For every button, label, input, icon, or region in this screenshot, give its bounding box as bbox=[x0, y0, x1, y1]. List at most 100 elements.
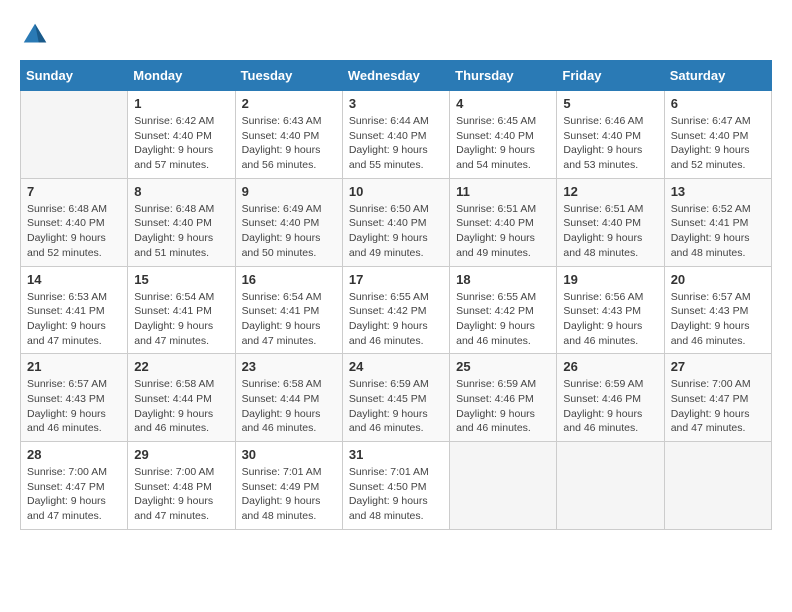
day-number: 30 bbox=[242, 447, 336, 462]
weekday-header-thursday: Thursday bbox=[450, 61, 557, 91]
calendar-cell: 14 Sunrise: 6:53 AM Sunset: 4:41 PM Dayli… bbox=[21, 266, 128, 354]
calendar-cell: 30 Sunrise: 7:01 AM Sunset: 4:49 PM Dayli… bbox=[235, 442, 342, 530]
weekday-header-monday: Monday bbox=[128, 61, 235, 91]
calendar-cell: 25Sunrise: 6:59 AM Sunset: 4:46 PM Dayli… bbox=[450, 354, 557, 442]
day-number: 21 bbox=[27, 359, 121, 374]
day-number: 31 bbox=[349, 447, 443, 462]
calendar-cell: 12 Sunrise: 6:51 AM Sunset: 4:40 PM Dayli… bbox=[557, 178, 664, 266]
calendar-cell bbox=[664, 442, 771, 530]
day-number: 10 bbox=[349, 184, 443, 199]
calendar-cell bbox=[450, 442, 557, 530]
day-info: Sunrise: 7:00 AM Sunset: 4:48 PM Dayligh… bbox=[134, 465, 228, 524]
calendar-cell: 10 Sunrise: 6:50 AM Sunset: 4:40 PM Dayli… bbox=[342, 178, 449, 266]
calendar-cell: 2 Sunrise: 6:43 AM Sunset: 4:40 PM Daylig… bbox=[235, 91, 342, 179]
day-number: 28 bbox=[27, 447, 121, 462]
weekday-header-tuesday: Tuesday bbox=[235, 61, 342, 91]
day-number: 9 bbox=[242, 184, 336, 199]
day-number: 3 bbox=[349, 96, 443, 111]
calendar-week-4: 21 Sunrise: 6:57 AM Sunset: 4:43 PM Dayli… bbox=[21, 354, 772, 442]
day-number: 11 bbox=[456, 184, 550, 199]
day-number: 1 bbox=[134, 96, 228, 111]
day-info: Sunrise: 6:55 AM Sunset: 4:42 PM Dayligh… bbox=[456, 290, 550, 349]
weekday-header-saturday: Saturday bbox=[664, 61, 771, 91]
day-info: Sunrise: 6:47 AM Sunset: 4:40 PM Dayligh… bbox=[671, 114, 765, 173]
day-number: 6 bbox=[671, 96, 765, 111]
weekday-header-friday: Friday bbox=[557, 61, 664, 91]
calendar-cell: 20Sunrise: 6:57 AM Sunset: 4:43 PM Dayli… bbox=[664, 266, 771, 354]
day-number: 19 bbox=[563, 272, 657, 287]
day-number: 8 bbox=[134, 184, 228, 199]
day-number: 4 bbox=[456, 96, 550, 111]
day-info: Sunrise: 7:00 AM Sunset: 4:47 PM Dayligh… bbox=[27, 465, 121, 524]
day-info: Sunrise: 6:53 AM Sunset: 4:41 PM Dayligh… bbox=[27, 290, 121, 349]
day-number: 5 bbox=[563, 96, 657, 111]
calendar-cell: 3 Sunrise: 6:44 AM Sunset: 4:40 PM Daylig… bbox=[342, 91, 449, 179]
calendar-cell: 11 Sunrise: 6:51 AM Sunset: 4:40 PM Dayli… bbox=[450, 178, 557, 266]
day-info: Sunrise: 7:01 AM Sunset: 4:49 PM Dayligh… bbox=[242, 465, 336, 524]
day-info: Sunrise: 6:46 AM Sunset: 4:40 PM Dayligh… bbox=[563, 114, 657, 173]
day-number: 17 bbox=[349, 272, 443, 287]
day-info: Sunrise: 6:54 AM Sunset: 4:41 PM Dayligh… bbox=[242, 290, 336, 349]
day-info: Sunrise: 6:51 AM Sunset: 4:40 PM Dayligh… bbox=[563, 202, 657, 261]
calendar-cell: 13Sunrise: 6:52 AM Sunset: 4:41 PM Dayli… bbox=[664, 178, 771, 266]
day-number: 14 bbox=[27, 272, 121, 287]
calendar-cell: 18 Sunrise: 6:55 AM Sunset: 4:42 PM Dayli… bbox=[450, 266, 557, 354]
day-info: Sunrise: 6:58 AM Sunset: 4:44 PM Dayligh… bbox=[242, 377, 336, 436]
day-info: Sunrise: 6:44 AM Sunset: 4:40 PM Dayligh… bbox=[349, 114, 443, 173]
weekday-header-row: SundayMondayTuesdayWednesdayThursdayFrid… bbox=[21, 61, 772, 91]
day-info: Sunrise: 6:54 AM Sunset: 4:41 PM Dayligh… bbox=[134, 290, 228, 349]
calendar-cell: 5 Sunrise: 6:46 AM Sunset: 4:40 PM Daylig… bbox=[557, 91, 664, 179]
day-info: Sunrise: 6:49 AM Sunset: 4:40 PM Dayligh… bbox=[242, 202, 336, 261]
day-info: Sunrise: 6:48 AM Sunset: 4:40 PM Dayligh… bbox=[134, 202, 228, 261]
logo bbox=[20, 20, 54, 50]
day-number: 2 bbox=[242, 96, 336, 111]
calendar-cell: 4 Sunrise: 6:45 AM Sunset: 4:40 PM Daylig… bbox=[450, 91, 557, 179]
calendar-cell: 1 Sunrise: 6:42 AM Sunset: 4:40 PM Daylig… bbox=[128, 91, 235, 179]
day-number: 16 bbox=[242, 272, 336, 287]
day-number: 18 bbox=[456, 272, 550, 287]
day-number: 13 bbox=[671, 184, 765, 199]
day-info: Sunrise: 6:48 AM Sunset: 4:40 PM Dayligh… bbox=[27, 202, 121, 261]
day-info: Sunrise: 6:56 AM Sunset: 4:43 PM Dayligh… bbox=[563, 290, 657, 349]
day-number: 23 bbox=[242, 359, 336, 374]
day-info: Sunrise: 6:50 AM Sunset: 4:40 PM Dayligh… bbox=[349, 202, 443, 261]
calendar-cell: 28 Sunrise: 7:00 AM Sunset: 4:47 PM Dayli… bbox=[21, 442, 128, 530]
calendar-cell: 23 Sunrise: 6:58 AM Sunset: 4:44 PM Dayli… bbox=[235, 354, 342, 442]
day-info: Sunrise: 7:00 AM Sunset: 4:47 PM Dayligh… bbox=[671, 377, 765, 436]
day-info: Sunrise: 6:45 AM Sunset: 4:40 PM Dayligh… bbox=[456, 114, 550, 173]
day-info: Sunrise: 6:57 AM Sunset: 4:43 PM Dayligh… bbox=[671, 290, 765, 349]
day-number: 27 bbox=[671, 359, 765, 374]
calendar-cell: 17 Sunrise: 6:55 AM Sunset: 4:42 PM Dayli… bbox=[342, 266, 449, 354]
day-number: 12 bbox=[563, 184, 657, 199]
calendar-cell: 9 Sunrise: 6:49 AM Sunset: 4:40 PM Daylig… bbox=[235, 178, 342, 266]
calendar-cell: 16 Sunrise: 6:54 AM Sunset: 4:41 PM Dayli… bbox=[235, 266, 342, 354]
calendar-cell: 31Sunrise: 7:01 AM Sunset: 4:50 PM Dayli… bbox=[342, 442, 449, 530]
calendar-cell: 24 Sunrise: 6:59 AM Sunset: 4:45 PM Dayli… bbox=[342, 354, 449, 442]
calendar-cell: 22 Sunrise: 6:58 AM Sunset: 4:44 PM Dayli… bbox=[128, 354, 235, 442]
calendar-week-1: 1 Sunrise: 6:42 AM Sunset: 4:40 PM Daylig… bbox=[21, 91, 772, 179]
day-number: 24 bbox=[349, 359, 443, 374]
day-info: Sunrise: 6:58 AM Sunset: 4:44 PM Dayligh… bbox=[134, 377, 228, 436]
day-info: Sunrise: 6:59 AM Sunset: 4:46 PM Dayligh… bbox=[563, 377, 657, 436]
calendar-week-5: 28 Sunrise: 7:00 AM Sunset: 4:47 PM Dayli… bbox=[21, 442, 772, 530]
day-info: Sunrise: 6:51 AM Sunset: 4:40 PM Dayligh… bbox=[456, 202, 550, 261]
day-number: 7 bbox=[27, 184, 121, 199]
calendar-cell: 19 Sunrise: 6:56 AM Sunset: 4:43 PM Dayli… bbox=[557, 266, 664, 354]
weekday-header-sunday: Sunday bbox=[21, 61, 128, 91]
day-info: Sunrise: 6:42 AM Sunset: 4:40 PM Dayligh… bbox=[134, 114, 228, 173]
calendar-cell: 8 Sunrise: 6:48 AM Sunset: 4:40 PM Daylig… bbox=[128, 178, 235, 266]
day-number: 22 bbox=[134, 359, 228, 374]
page-header bbox=[20, 20, 772, 50]
logo-icon bbox=[20, 20, 50, 50]
day-info: Sunrise: 6:55 AM Sunset: 4:42 PM Dayligh… bbox=[349, 290, 443, 349]
day-info: Sunrise: 6:57 AM Sunset: 4:43 PM Dayligh… bbox=[27, 377, 121, 436]
day-number: 25 bbox=[456, 359, 550, 374]
day-info: Sunrise: 6:43 AM Sunset: 4:40 PM Dayligh… bbox=[242, 114, 336, 173]
calendar-cell: 7 Sunrise: 6:48 AM Sunset: 4:40 PM Daylig… bbox=[21, 178, 128, 266]
day-number: 15 bbox=[134, 272, 228, 287]
calendar-cell bbox=[557, 442, 664, 530]
calendar-table: SundayMondayTuesdayWednesdayThursdayFrid… bbox=[20, 60, 772, 530]
calendar-cell bbox=[21, 91, 128, 179]
day-info: Sunrise: 6:59 AM Sunset: 4:45 PM Dayligh… bbox=[349, 377, 443, 436]
weekday-header-wednesday: Wednesday bbox=[342, 61, 449, 91]
